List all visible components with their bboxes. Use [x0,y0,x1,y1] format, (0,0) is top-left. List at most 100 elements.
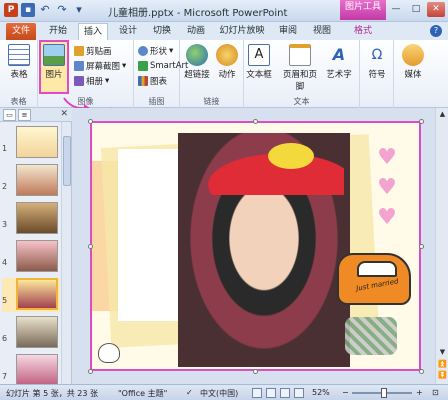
slide-thumbnail-item[interactable]: 5 [2,278,60,312]
slides-tab-icon[interactable]: ▭ [3,109,16,121]
previous-slide-icon[interactable]: ⏫ [438,360,447,369]
slide-thumbnail-item[interactable]: 4 [2,240,60,274]
tab-slideshow[interactable]: 幻灯片放映 [216,23,268,40]
scroll-up-icon[interactable]: ▲ [438,110,447,119]
slide-thumbnail-item[interactable]: 3 [2,202,60,236]
globe-icon [186,44,208,66]
tab-format[interactable]: 格式 [346,22,380,40]
slide-thumbnail-image[interactable] [16,202,58,234]
chart-label: 图表 [150,76,168,87]
tab-view[interactable]: 视图 [308,23,336,40]
action-button[interactable]: 动作 [212,42,242,94]
action-label: 动作 [218,70,236,80]
slide-thumbnail-image[interactable] [16,164,58,196]
close-panel-icon[interactable]: ✕ [60,109,68,119]
picture-icon [43,44,65,66]
redo-icon[interactable]: ↷ [55,3,69,17]
symbol-label: 符号 [368,70,386,80]
scroll-down-icon[interactable]: ▼ [438,348,447,357]
wordart-label: 艺术字 [326,70,352,80]
resize-handle[interactable] [419,119,424,124]
zoom-level[interactable]: 52% [312,388,330,397]
slide-thumbnail-image[interactable] [16,240,58,272]
help-icon[interactable]: ? [430,25,442,37]
action-icon [216,44,238,66]
shapes-button[interactable]: 形状 ▾ [138,44,173,57]
theme-name[interactable]: "Office 主题" [118,388,167,399]
slideshow-view-icon[interactable] [294,388,304,398]
picture-button[interactable]: 图片 [39,42,69,94]
slide-thumbnail-item[interactable]: 1 [2,126,60,160]
photo-album-label: 相册 [86,76,104,87]
tab-home[interactable]: 开始 [44,23,72,40]
dropdown-icon: ▾ [122,60,127,71]
undo-icon[interactable]: ↶ [38,3,52,17]
normal-view-icon[interactable] [252,388,262,398]
clipart-button[interactable]: 剪贴画 [74,44,112,57]
tab-animations[interactable]: 动画 [182,23,210,40]
screenshot-button[interactable]: 屏幕截图 ▾ [74,59,126,72]
illustrations-group-label: 插图 [148,97,165,106]
tab-insert[interactable]: 插入 [78,23,108,40]
thumbnail-scrollbar[interactable] [61,122,71,384]
wordart-button[interactable]: A 艺术字 [322,42,356,94]
slide-thumbnail-image[interactable] [16,126,58,158]
tab-review[interactable]: 审阅 [274,23,302,40]
header-footer-button[interactable]: 页眉和页脚 [280,42,320,94]
slide-thumbnail-item[interactable]: 2 [2,164,60,198]
customize-qat-icon[interactable]: ▾ [72,3,86,17]
textbox-button[interactable]: A 文本框 [244,42,274,94]
slide-number: 4 [2,258,8,267]
outline-tab-icon[interactable]: ≡ [18,109,31,121]
chart-button[interactable]: 图表 [138,74,167,87]
resize-handle[interactable] [88,119,93,124]
tab-transitions[interactable]: 切换 [148,23,176,40]
quick-access-toolbar: P ▪ ↶ ↷ ▾ [4,3,86,17]
header-footer-icon [289,44,311,66]
current-slide[interactable]: ♥ ♥ ♥ Just married [90,121,421,371]
zoom-out-icon[interactable]: − [342,388,349,397]
thumbnail-scroll-thumb[interactable] [63,136,71,186]
slide-thumbnail-item[interactable]: 7 [2,354,60,388]
media-button[interactable]: 媒体 [398,42,428,94]
screenshot-icon [74,60,84,71]
minimize-button[interactable]: — [387,2,405,17]
picture-tools-context-label: 图片工具 [340,0,386,20]
zoom-slider-knob[interactable] [381,388,387,398]
zoom-in-icon[interactable]: + [416,388,423,397]
resize-handle[interactable] [253,369,258,374]
resize-handle[interactable] [419,369,424,374]
reading-view-icon[interactable] [280,388,290,398]
slide-thumbnail-image[interactable] [16,354,58,386]
shapes-icon [138,45,148,56]
maximize-button[interactable]: □ [407,2,425,17]
tab-design[interactable]: 设计 [114,23,142,40]
spellcheck-icon[interactable]: ✓ [186,388,193,397]
slide-thumbnail-image[interactable] [16,278,58,310]
slide-thumbnail-image[interactable] [16,316,58,348]
resize-handle[interactable] [419,244,424,249]
slide-thumbnail-item[interactable]: 6 [2,316,60,350]
text-group-label: 文本 [293,97,310,106]
symbol-button[interactable]: Ω 符号 [362,42,392,94]
resize-handle[interactable] [88,369,93,374]
fit-to-window-icon[interactable]: ⊡ [432,388,439,397]
wordart-icon: A [332,45,346,64]
table-button[interactable]: 表格 [4,42,34,94]
header-footer-label: 页眉和页脚 [282,70,317,92]
slide-sorter-view-icon[interactable] [266,388,276,398]
language-status[interactable]: 中文(中国) [200,388,238,399]
resize-handle[interactable] [88,244,93,249]
hyperlink-button[interactable]: 超链接 [182,42,212,94]
table-button-label: 表格 [10,70,28,80]
tab-file[interactable]: 文件 [6,23,36,40]
photo-album-button[interactable]: 相册 ▾ [74,74,109,87]
next-slide-icon[interactable]: ⏬ [438,371,447,380]
media-label: 媒体 [404,70,422,80]
vertical-scrollbar[interactable]: ▲ ▼ ⏫ ⏬ [435,108,448,384]
screenshot-label: 屏幕截图 [86,61,121,72]
powerpoint-app-icon[interactable]: P [4,3,18,17]
resize-handle[interactable] [253,119,258,124]
save-icon[interactable]: ▪ [21,3,35,17]
close-button[interactable]: ✕ [427,2,445,17]
